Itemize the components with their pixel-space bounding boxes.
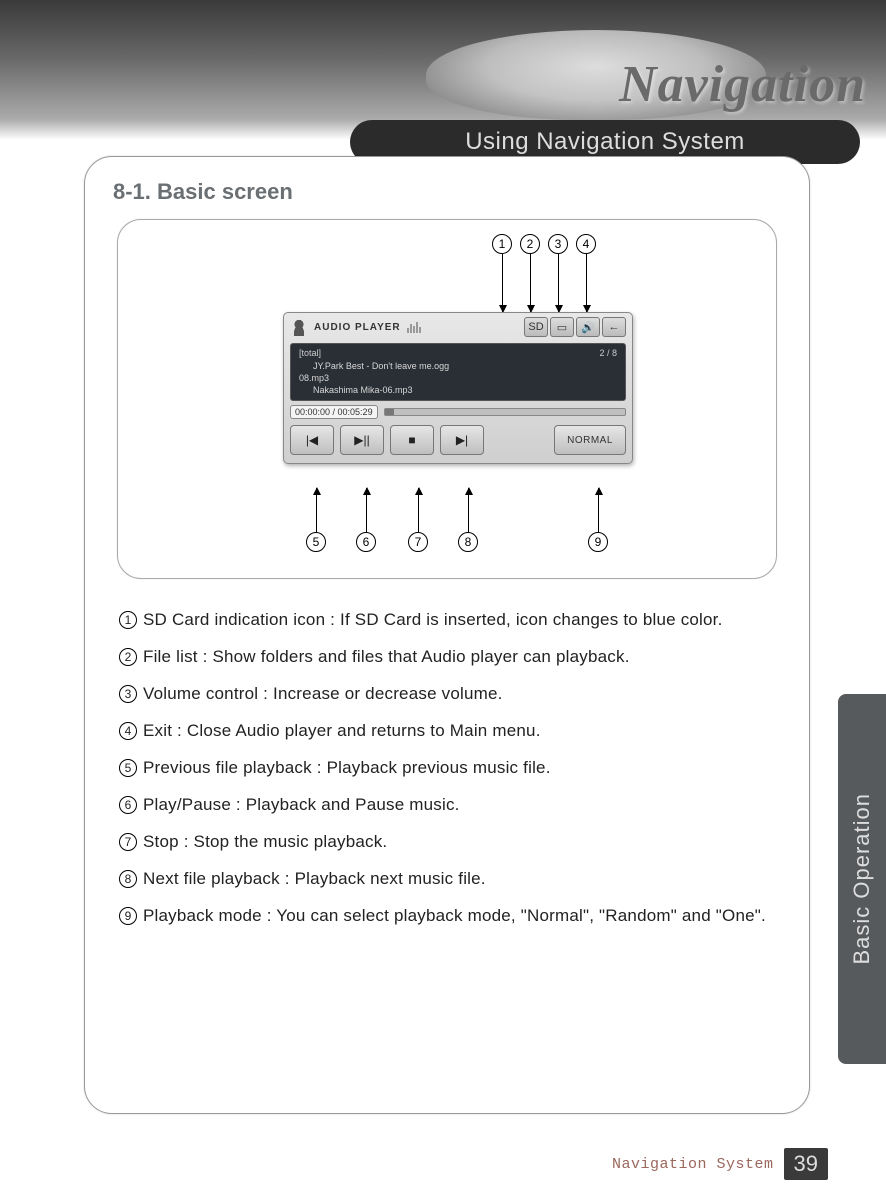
desc-item-6: 6 Play/Pause : Playback and Pause music. — [119, 794, 775, 817]
content-card: 8-1. Basic screen 1 2 3 4 AUDIO PLAYER S… — [84, 156, 810, 1114]
desc-item-9: 9 Playback mode : You can select playback… — [119, 905, 775, 928]
arrow-7 — [418, 488, 419, 532]
desc-marker: 8 — [119, 870, 137, 888]
desc-marker: 9 — [119, 907, 137, 925]
desc-marker: 2 — [119, 648, 137, 666]
arrow-1 — [502, 254, 503, 312]
playback-mode-button[interactable]: NORMAL — [554, 425, 626, 455]
time-row: 00:00:00 / 00:05:29 — [290, 405, 626, 419]
desc-text: Volume control : Increase or decrease vo… — [143, 684, 503, 703]
file-list-icon[interactable]: ▭ — [550, 317, 574, 337]
callout-2: 2 — [520, 234, 540, 254]
progress-bar[interactable] — [384, 408, 626, 416]
description-list: 1 SD Card indication icon : If SD Card is… — [119, 609, 775, 927]
callout-9: 9 — [588, 532, 608, 552]
desc-marker: 7 — [119, 833, 137, 851]
list-item[interactable]: Nakashima Mika-06.mp3 — [299, 384, 617, 396]
desc-marker: 5 — [119, 759, 137, 777]
desc-marker: 3 — [119, 685, 137, 703]
desc-text: SD Card indication icon : If SD Card is … — [143, 610, 723, 629]
hero-banner: Navigation — [0, 0, 886, 140]
desc-text: Playback mode : You can select playback … — [143, 906, 766, 925]
controls-row: |◀ ▶|| ■ ▶| NORMAL — [290, 425, 626, 455]
player-title: AUDIO PLAYER — [314, 322, 401, 333]
stop-button[interactable]: ■ — [390, 425, 434, 455]
desc-text: Exit : Close Audio player and returns to… — [143, 721, 541, 740]
time-display: 00:00:00 / 00:05:29 — [290, 405, 378, 419]
volume-icon[interactable]: 🔊 — [576, 317, 600, 337]
callout-5: 5 — [306, 532, 326, 552]
desc-item-1: 1 SD Card indication icon : If SD Card is… — [119, 609, 775, 632]
desc-marker: 6 — [119, 796, 137, 814]
desc-text: File list : Show folders and files that … — [143, 647, 630, 666]
side-tab-label: Basic Operation — [849, 793, 875, 965]
file-counter: 2 / 8 — [599, 348, 617, 358]
desc-marker: 1 — [119, 611, 137, 629]
prev-button[interactable]: |◀ — [290, 425, 334, 455]
list-item[interactable]: 08.mp3 — [299, 372, 617, 384]
desc-item-8: 8 Next file playback : Playback next musi… — [119, 868, 775, 891]
desc-text: Stop : Stop the music playback. — [143, 832, 387, 851]
arrow-6 — [366, 488, 367, 532]
footer-label: Navigation System — [612, 1156, 774, 1173]
equalizer-icon — [407, 321, 421, 333]
person-icon — [290, 318, 308, 336]
desc-text: Play/Pause : Playback and Pause music. — [143, 795, 460, 814]
play-pause-button[interactable]: ▶|| — [340, 425, 384, 455]
section-title: 8-1. Basic screen — [113, 179, 781, 205]
arrow-4 — [586, 254, 587, 312]
file-list-panel[interactable]: [total] 2 / 8 JY.Park Best - Don't leave… — [290, 343, 626, 401]
desc-text: Next file playback : Playback next music… — [143, 869, 486, 888]
desc-item-4: 4 Exit : Close Audio player and returns t… — [119, 720, 775, 743]
sd-card-icon[interactable]: SD — [524, 317, 548, 337]
callout-4: 4 — [576, 234, 596, 254]
arrow-9 — [598, 488, 599, 532]
callout-3: 3 — [548, 234, 568, 254]
hero-brand-text: Navigation — [619, 55, 866, 114]
desc-item-2: 2 File list : Show folders and files that… — [119, 646, 775, 669]
callout-1: 1 — [492, 234, 512, 254]
arrow-5 — [316, 488, 317, 532]
folder-label: [total] — [299, 348, 321, 358]
arrow-3 — [558, 254, 559, 312]
next-button[interactable]: ▶| — [440, 425, 484, 455]
callout-7: 7 — [408, 532, 428, 552]
arrow-8 — [468, 488, 469, 532]
exit-icon[interactable]: ← — [602, 317, 626, 337]
chapter-tab-label: Using Navigation System — [465, 128, 745, 156]
desc-marker: 4 — [119, 722, 137, 740]
top-icon-row: SD ▭ 🔊 ← — [524, 317, 626, 337]
callout-6: 6 — [356, 532, 376, 552]
side-tab: Basic Operation — [838, 694, 886, 1064]
audio-player-panel: AUDIO PLAYER SD ▭ 🔊 ← [total] 2 / 8 JY.P… — [283, 312, 633, 464]
desc-text: Previous file playback : Playback previo… — [143, 758, 551, 777]
desc-item-3: 3 Volume control : Increase or decrease v… — [119, 683, 775, 706]
desc-item-7: 7 Stop : Stop the music playback. — [119, 831, 775, 854]
figure-box: 1 2 3 4 AUDIO PLAYER SD ▭ 🔊 ← — [117, 219, 777, 579]
player-header: AUDIO PLAYER SD ▭ 🔊 ← — [284, 313, 632, 339]
callout-8: 8 — [458, 532, 478, 552]
list-item[interactable]: JY.Park Best - Don't leave me.ogg — [299, 360, 617, 372]
arrow-2 — [530, 254, 531, 312]
footer: Navigation System 39 — [612, 1148, 828, 1180]
page-number: 39 — [784, 1148, 828, 1180]
desc-item-5: 5 Previous file playback : Playback previ… — [119, 757, 775, 780]
